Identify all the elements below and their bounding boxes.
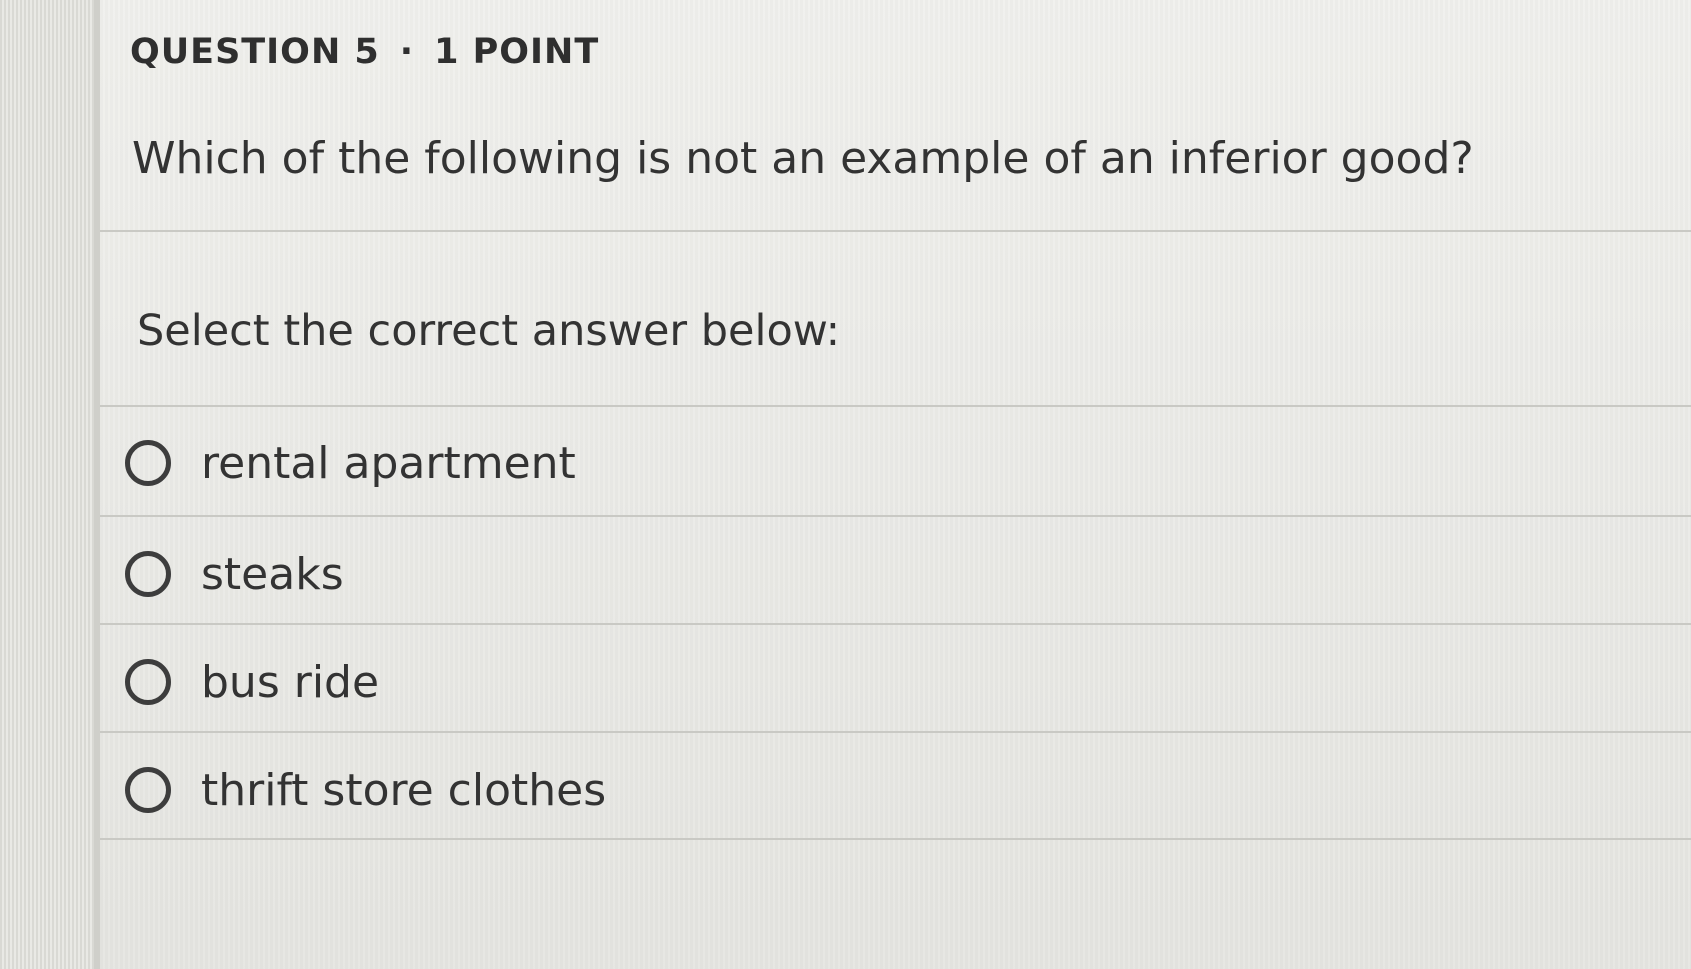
radio-button[interactable]	[125, 440, 171, 486]
radio-button[interactable]	[125, 551, 171, 597]
radio-button[interactable]	[125, 767, 171, 813]
question-text: Which of the following is not an example…	[132, 133, 1474, 184]
answer-option-label: thrift store clothes	[201, 764, 607, 816]
question-points: 1 POINT	[434, 32, 600, 72]
answer-option-thrift-store-clothes[interactable]: thrift store clothes	[125, 740, 1625, 840]
answer-option-steaks[interactable]: steaks	[125, 524, 1625, 624]
header-separator: ·	[399, 32, 415, 72]
answer-option-label: steaks	[201, 548, 344, 600]
divider	[100, 731, 1691, 733]
divider	[100, 623, 1691, 625]
divider	[100, 405, 1691, 407]
answer-option-bus-ride[interactable]: bus ride	[125, 632, 1625, 732]
answer-option-label: rental apartment	[201, 437, 576, 489]
left-margin-strip	[0, 0, 100, 969]
answer-prompt: Select the correct answer below:	[137, 306, 841, 356]
divider	[100, 515, 1691, 517]
question-header: QUESTION 5 · 1 POINT	[130, 32, 599, 72]
divider	[100, 230, 1691, 232]
answer-option-label: bus ride	[201, 656, 380, 708]
question-number: QUESTION 5	[130, 32, 380, 72]
divider	[100, 838, 1691, 840]
radio-button[interactable]	[125, 659, 171, 705]
answer-option-rental-apartment[interactable]: rental apartment	[125, 413, 1625, 513]
